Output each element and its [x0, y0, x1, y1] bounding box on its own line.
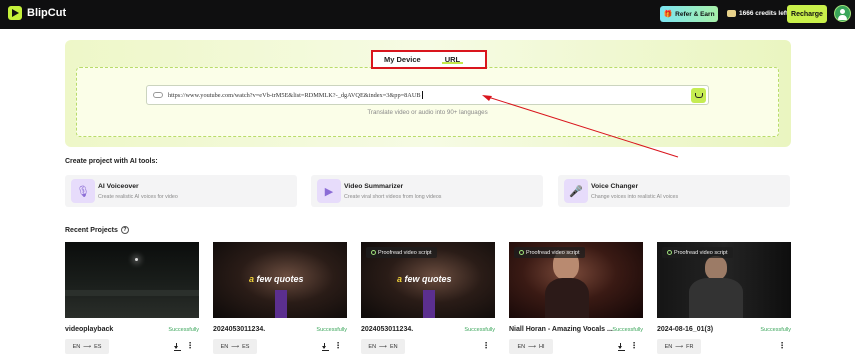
video-caption: a few quotes: [249, 274, 304, 284]
language-pair: EN ⟶ ES: [213, 339, 257, 354]
project-status: Successfully: [464, 327, 495, 333]
tools-section-title: Create project with AI tools:: [65, 158, 158, 165]
language-pair: EN ⟶ HI: [509, 339, 553, 354]
url-input[interactable]: https://www.youtube.com/watch?v=eVb-trM5…: [146, 85, 709, 105]
project-thumbnail[interactable]: [65, 242, 199, 318]
project-name: 2024053011234.: [361, 326, 414, 333]
project-card[interactable]: a few quotes Proofread video script 2024…: [361, 242, 495, 354]
project-card[interactable]: videoplayback Successfully EN ⟶ ES ⋮: [65, 242, 199, 354]
gift-icon: 🎁: [663, 11, 673, 18]
source-language: EN: [368, 343, 377, 350]
project-name: 2024-08-16_01(3): [657, 326, 714, 333]
source-language: EN: [220, 343, 229, 350]
url-input-value: https://www.youtube.com/watch?v=eVb-trM5…: [168, 91, 421, 99]
target-language: HI: [539, 343, 545, 350]
arrow-right-icon: ⟶: [83, 343, 92, 350]
source-language: EN: [72, 343, 81, 350]
recent-projects-title: Recent Projects?: [65, 226, 129, 234]
tool-card-video-summarizer[interactable]: ▶ Video Summarizer Create viral short vi…: [311, 175, 543, 207]
target-language: ES: [242, 343, 250, 350]
project-card[interactable]: Proofread video script 2024-08-16_01(3) …: [657, 242, 791, 354]
submit-url-button[interactable]: [691, 88, 706, 103]
credits-coin-icon: [727, 10, 736, 17]
blipcut-logo-icon: [8, 6, 22, 20]
check-circle-icon: [371, 250, 376, 255]
tool-desc: Create realistic AI voices for video: [98, 194, 178, 200]
proofread-badge[interactable]: Proofread video script: [514, 247, 585, 258]
tool-desc: Create viral short videos from long vide…: [344, 194, 442, 200]
project-status: Successfully: [612, 327, 643, 333]
video-caption: a few quotes: [397, 274, 452, 284]
microphone-icon: 🎙: [71, 179, 95, 203]
refer-earn-button[interactable]: 🎁 Refer & Earn: [660, 6, 718, 22]
arrow-right-icon: ⟶: [379, 343, 387, 350]
link-icon: [153, 92, 163, 98]
tool-card-voice-changer[interactable]: 🎤 Voice Changer Change voices into reali…: [558, 175, 790, 207]
video-summarizer-icon: ▶: [317, 179, 341, 203]
credits-indicator: 1666 credits left: [727, 10, 788, 17]
project-thumbnail[interactable]: Proofread video script: [657, 242, 791, 318]
tool-name: Video Summarizer: [344, 183, 404, 190]
tool-name: Voice Changer: [591, 183, 639, 190]
download-icon-base: [174, 350, 181, 352]
arrow-right-icon: ⟶: [231, 343, 240, 350]
download-icon-base: [322, 350, 329, 352]
translate-hint: Translate video or audio into 90+ langua…: [367, 109, 488, 116]
tool-name: AI Voiceover: [98, 183, 139, 190]
tab-my-device[interactable]: My Device: [384, 52, 421, 67]
app-logo[interactable]: BlipCut: [8, 6, 66, 20]
app-name: BlipCut: [27, 7, 67, 19]
proofread-badge[interactable]: Proofread video script: [366, 247, 437, 258]
project-thumbnail[interactable]: a few quotes: [213, 242, 347, 318]
project-thumbnail[interactable]: Proofread video script: [509, 242, 643, 318]
more-options-icon[interactable]: ⋮: [334, 342, 342, 350]
credits-label: 1666 credits left: [739, 10, 789, 17]
tool-desc: Change voices into realistic AI voices: [591, 194, 679, 200]
project-card[interactable]: Proofread video script Niall Horan - Ama…: [509, 242, 643, 354]
voice-changer-icon: 🎤: [564, 179, 588, 203]
project-name: 2024053011234.: [213, 326, 266, 333]
project-status: Successfully: [760, 327, 791, 333]
project-status: Successfully: [316, 327, 347, 333]
proofread-badge[interactable]: Proofread video script: [662, 247, 733, 258]
target-language: EN: [389, 343, 398, 350]
tool-card-ai-voiceover[interactable]: 🎙 AI Voiceover Create realistic AI voice…: [65, 175, 297, 207]
project-name: Niall Horan - Amazing Vocals ...: [509, 326, 613, 333]
tab-url[interactable]: URL: [441, 52, 464, 67]
project-thumbnail[interactable]: a few quotes Proofread video script: [361, 242, 495, 318]
check-circle-icon: [519, 250, 524, 255]
source-language: EN: [517, 343, 526, 350]
more-options-icon[interactable]: ⋮: [630, 342, 638, 350]
target-language: ES: [94, 343, 102, 350]
refer-earn-label: Refer & Earn: [675, 10, 715, 18]
target-language: FR: [686, 343, 694, 350]
text-cursor: [421, 91, 423, 99]
thumbnail-image: [65, 242, 199, 318]
recent-projects-label: Recent Projects: [65, 226, 118, 234]
more-options-icon[interactable]: ⋮: [778, 342, 786, 350]
top-bar: BlipCut 🎁 Refer & Earn 1666 credits left…: [0, 0, 855, 29]
user-avatar[interactable]: [834, 5, 851, 22]
project-card[interactable]: a few quotes 2024053011234. Successfully…: [213, 242, 347, 354]
help-icon[interactable]: ?: [120, 226, 129, 234]
source-language: EN: [664, 343, 673, 350]
language-pair: EN ⟶ ES: [65, 339, 109, 354]
check-circle-icon: [667, 250, 672, 255]
download-icon-base: [618, 350, 625, 352]
more-options-icon[interactable]: ⋮: [186, 342, 194, 350]
arrow-right-icon: ⟶: [675, 343, 684, 350]
project-status: Successfully: [168, 327, 199, 333]
recharge-button[interactable]: Recharge: [787, 5, 827, 23]
arrow-right-icon: ⟶: [528, 343, 537, 350]
language-pair: EN ⟶ FR: [657, 339, 701, 354]
more-options-icon[interactable]: ⋮: [482, 342, 490, 350]
project-name: videoplayback: [65, 326, 114, 333]
source-tabs: My Device URL: [371, 50, 487, 69]
language-pair: EN ⟶ EN: [361, 339, 405, 354]
